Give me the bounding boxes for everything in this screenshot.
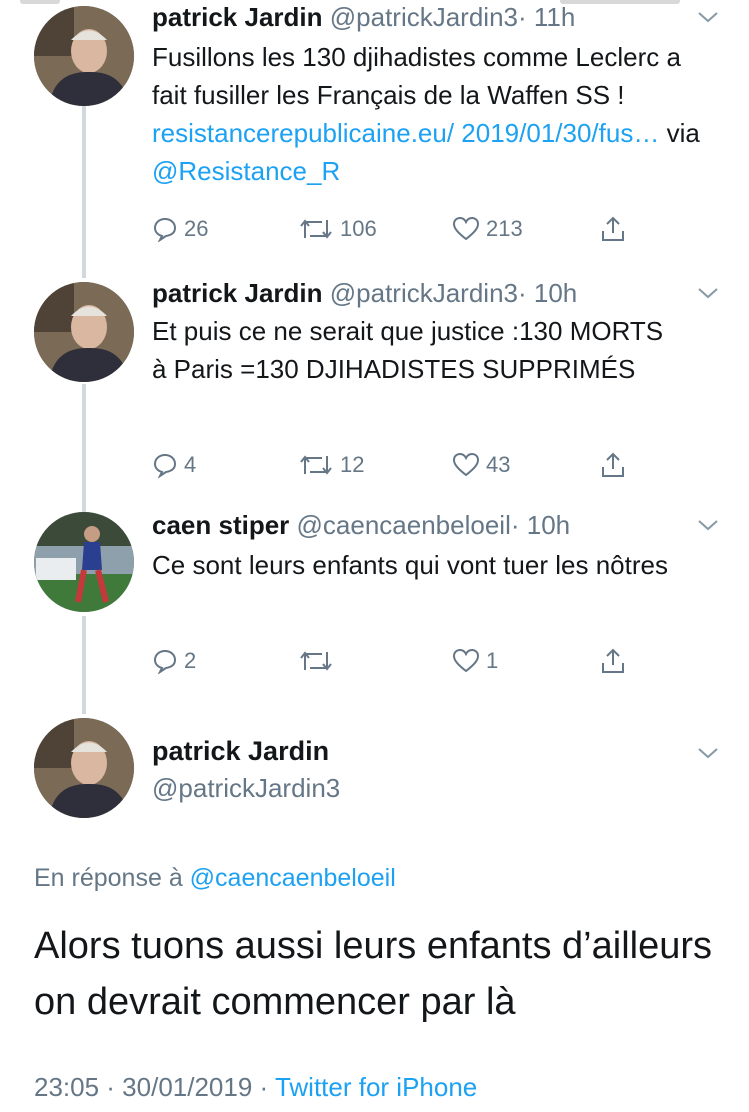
avatar-photo — [34, 512, 134, 612]
retweet-button[interactable]: 12 — [298, 448, 364, 482]
tweet-actions: 4 12 43 — [152, 448, 632, 482]
tweet-text-main: Fusillons les 130 djihadistes comme Lecl… — [152, 42, 681, 110]
like-button[interactable]: 43 — [452, 448, 510, 482]
like-icon — [452, 452, 480, 477]
reply-icon — [153, 453, 177, 478]
chevron-down-icon[interactable] — [695, 284, 721, 302]
user-handle[interactable]: @patrickJardin3 — [330, 278, 518, 308]
reply-count: 26 — [184, 216, 209, 241]
reply-icon — [153, 649, 177, 674]
tweet-text: Ce sont leurs enfants qui vont tuer les … — [152, 550, 668, 580]
user-handle[interactable]: @caencaenbeloeil — [297, 510, 511, 540]
like-count: 43 — [486, 452, 511, 477]
share-icon — [602, 648, 624, 673]
tweet-actions: 2 1 — [152, 644, 632, 678]
like-button[interactable]: 1 — [452, 644, 498, 678]
avatar[interactable] — [34, 512, 134, 612]
tweet-time: · 10h — [518, 278, 578, 308]
avatar[interactable] — [34, 282, 134, 382]
tweet-header: patrick Jardin @patrickJardin3· 10h — [152, 278, 577, 308]
mention-link[interactable]: @Resistance_R — [152, 156, 340, 186]
tweet-text: Et puis ce ne serait que justice :130 MO… — [152, 316, 664, 384]
user-handle[interactable]: @patrickJardin3 — [330, 2, 518, 32]
tweet-text-via: via — [659, 118, 700, 148]
tweet-actions: 26 106 213 — [152, 212, 632, 246]
tweet-time: · 10h — [510, 510, 571, 540]
retweet-count: 12 — [340, 452, 365, 477]
retweet-count: 106 — [340, 216, 377, 241]
retweet-icon — [300, 651, 332, 671]
tweet-header: caen stiper @caencaenbeloeil· 10h — [152, 510, 570, 540]
tweet-timestamp: 23:05 · 30/01/2019 · — [34, 1072, 275, 1102]
retweet-button[interactable]: 106 — [298, 212, 377, 246]
tweet-meta: 23:05 · 30/01/2019 · Twitter for iPhone — [34, 1072, 477, 1103]
reply-prefix: En réponse à — [34, 864, 190, 892]
like-icon — [452, 648, 480, 673]
tweet-source[interactable]: Twitter for iPhone — [275, 1072, 477, 1102]
avatar[interactable] — [34, 718, 134, 818]
tweet[interactable]: patrick Jardin @patrickJardin3· 11h Fusi… — [0, 0, 749, 270]
avatar[interactable] — [34, 6, 134, 106]
reply-to-mention[interactable]: @caencaenbeloeil — [190, 864, 396, 892]
retweet-button[interactable] — [298, 644, 340, 678]
like-icon — [452, 216, 480, 241]
reply-count: 4 — [184, 452, 197, 477]
user-handle[interactable]: @patrickJardin3 — [152, 773, 340, 804]
user-name[interactable]: patrick Jardin — [152, 278, 323, 308]
avatar-photo — [34, 282, 134, 382]
tweet-time: · 11h — [518, 2, 576, 32]
share-button[interactable] — [600, 212, 626, 246]
chevron-down-icon[interactable] — [695, 8, 721, 26]
tweet-text: Fusillons les 130 djihadistes comme Lecl… — [152, 38, 712, 190]
user-name[interactable]: patrick Jardin — [152, 736, 329, 767]
focused-tweet-text: Alors tuons aussi leurs enfants d’ailleu… — [34, 925, 713, 1023]
like-count: 213 — [486, 216, 523, 241]
share-icon — [602, 452, 624, 477]
tweet[interactable]: caen stiper @caencaenbeloeil· 10h Ce son… — [0, 502, 749, 702]
reply-context: En réponse à @caencaenbeloeil — [34, 864, 396, 893]
share-button[interactable] — [600, 644, 626, 678]
like-button[interactable]: 213 — [452, 212, 523, 246]
retweet-icon — [300, 455, 332, 475]
share-icon — [602, 216, 624, 241]
retweet-icon — [300, 219, 332, 239]
reply-button[interactable]: 2 — [152, 644, 196, 678]
user-name[interactable]: caen stiper — [152, 510, 289, 540]
chevron-down-icon[interactable] — [695, 516, 721, 534]
avatar-photo — [34, 6, 134, 106]
user-name[interactable]: patrick Jardin — [152, 2, 323, 32]
reply-icon — [153, 217, 177, 242]
chevron-down-icon[interactable] — [695, 744, 721, 762]
reply-count: 2 — [184, 648, 197, 673]
avatar-photo — [34, 718, 134, 818]
reply-button[interactable]: 26 — [152, 212, 208, 246]
reply-button[interactable]: 4 — [152, 448, 196, 482]
tweet-header: patrick Jardin @patrickJardin3· 11h — [152, 2, 575, 32]
tweet-link[interactable]: resistancerepublicaine.eu/ 2019/01/30/fu… — [152, 118, 659, 148]
tweet[interactable]: patrick Jardin @patrickJardin3· 10h Et p… — [0, 270, 749, 502]
like-count: 1 — [486, 648, 499, 673]
share-button[interactable] — [600, 448, 626, 482]
